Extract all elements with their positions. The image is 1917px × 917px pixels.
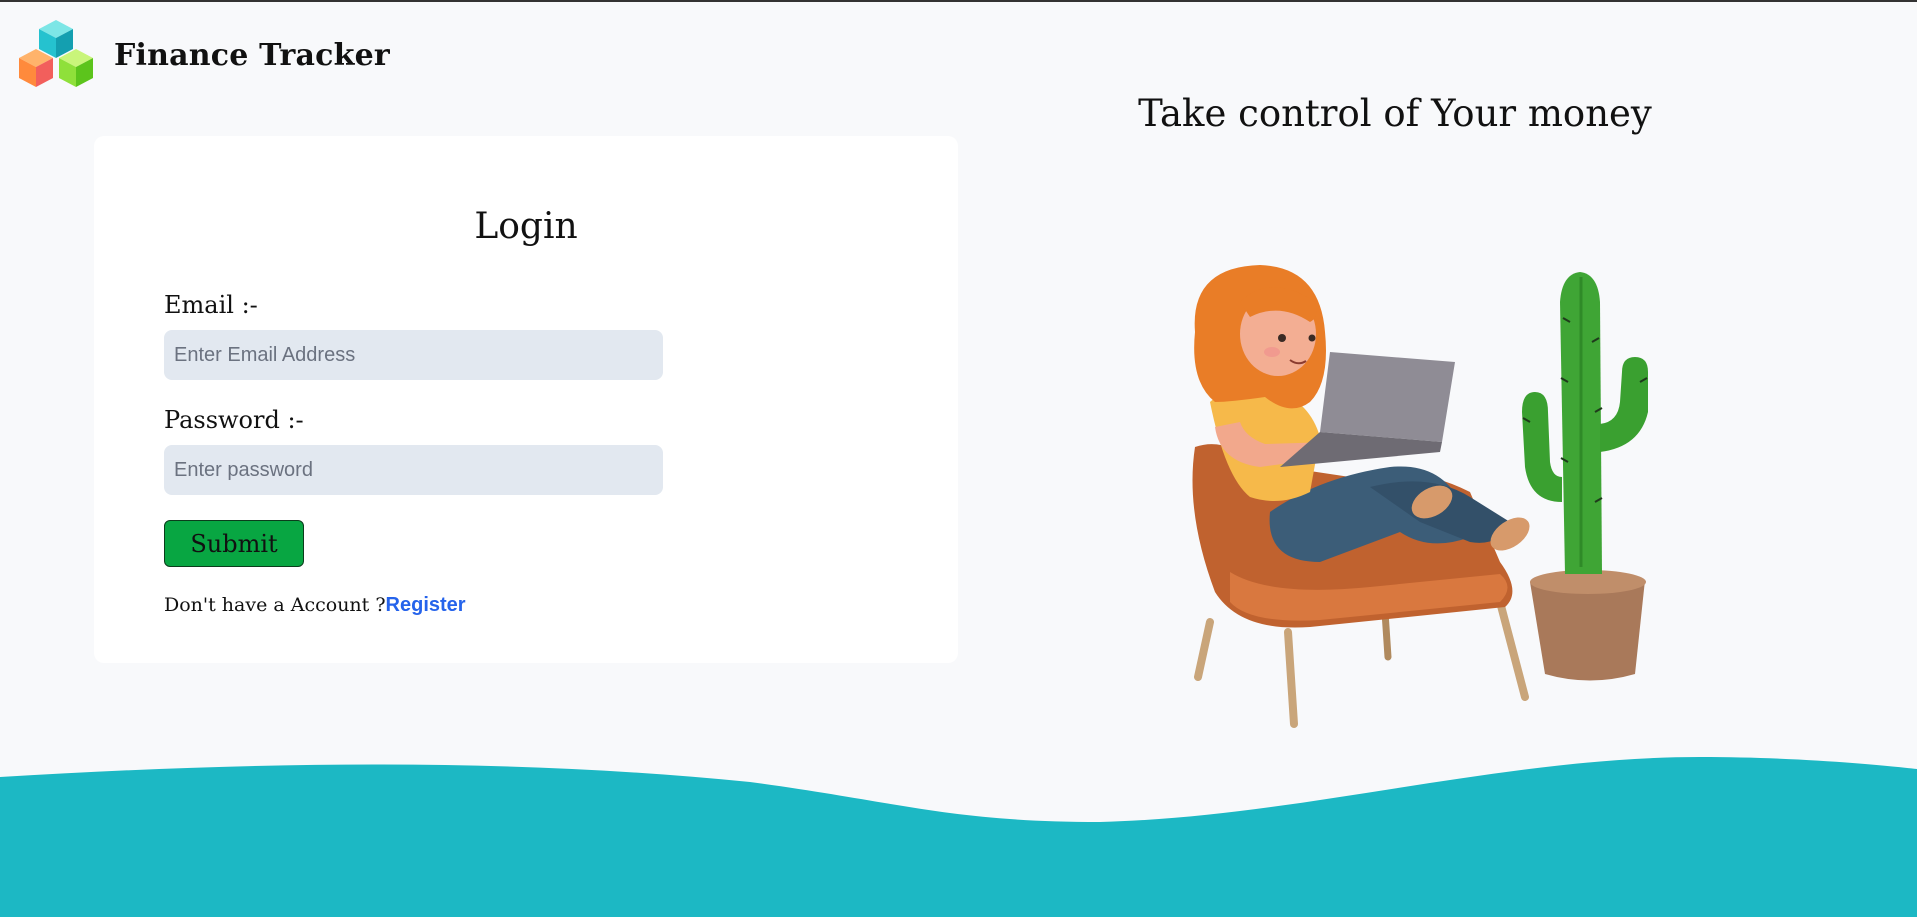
- register-prompt-text: Don't have a Account ?: [164, 594, 386, 616]
- password-field[interactable]: [164, 445, 663, 495]
- submit-button[interactable]: Submit: [164, 520, 304, 567]
- decorative-wave: [0, 757, 1917, 917]
- app-title: Finance Tracker: [114, 37, 390, 73]
- login-card: Login Email :- Password :- Submit Don't …: [94, 136, 958, 663]
- login-heading: Login: [474, 206, 578, 247]
- email-label: Email :-: [164, 291, 258, 319]
- app-header: Finance Tracker: [18, 18, 390, 92]
- register-prompt: Don't have a Account ?Register: [164, 594, 466, 617]
- cubes-logo-icon: [19, 20, 93, 87]
- register-link[interactable]: Register: [386, 594, 466, 616]
- hero-tagline: Take control of Your money: [1138, 92, 1652, 135]
- woman-with-laptop-illustration: [1192, 265, 1648, 728]
- password-label: Password :-: [164, 406, 304, 434]
- email-field[interactable]: [164, 330, 663, 380]
